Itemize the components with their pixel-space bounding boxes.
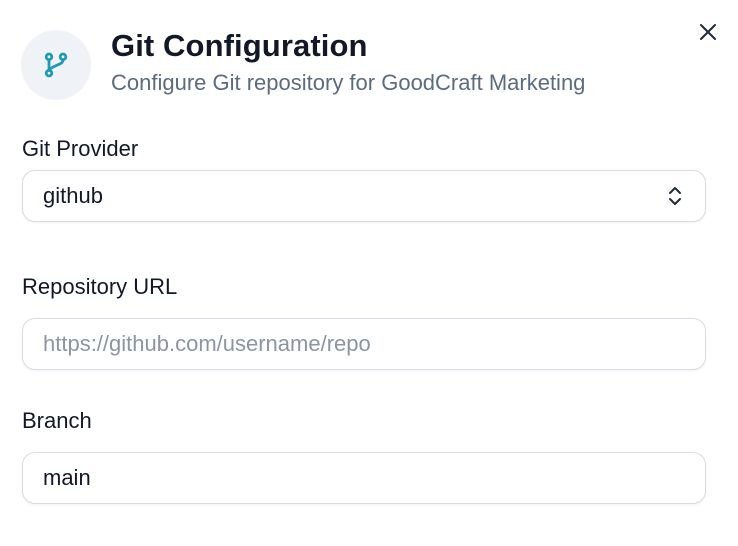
git-configuration-dialog: Git Configuration Configure Git reposito… bbox=[0, 0, 738, 546]
repository-url-label: Repository URL bbox=[22, 274, 178, 299]
git-branch-icon bbox=[44, 52, 68, 78]
git-provider-label: Git Provider bbox=[22, 136, 139, 161]
dialog-subtitle: Configure Git repository for GoodCraft M… bbox=[111, 70, 586, 95]
repository-url-input[interactable] bbox=[43, 331, 685, 357]
dialog-title: Git Configuration bbox=[111, 28, 368, 63]
header-icon-badge bbox=[21, 30, 91, 100]
close-icon bbox=[700, 24, 716, 40]
repository-url-field bbox=[22, 318, 706, 370]
branch-label: Branch bbox=[22, 408, 92, 433]
git-provider-value: github bbox=[43, 183, 103, 208]
git-provider-select[interactable]: github bbox=[22, 170, 706, 222]
branch-field bbox=[22, 452, 706, 504]
branch-input[interactable] bbox=[43, 465, 685, 491]
chevron-up-down-icon bbox=[665, 184, 685, 208]
close-button[interactable] bbox=[694, 18, 722, 46]
